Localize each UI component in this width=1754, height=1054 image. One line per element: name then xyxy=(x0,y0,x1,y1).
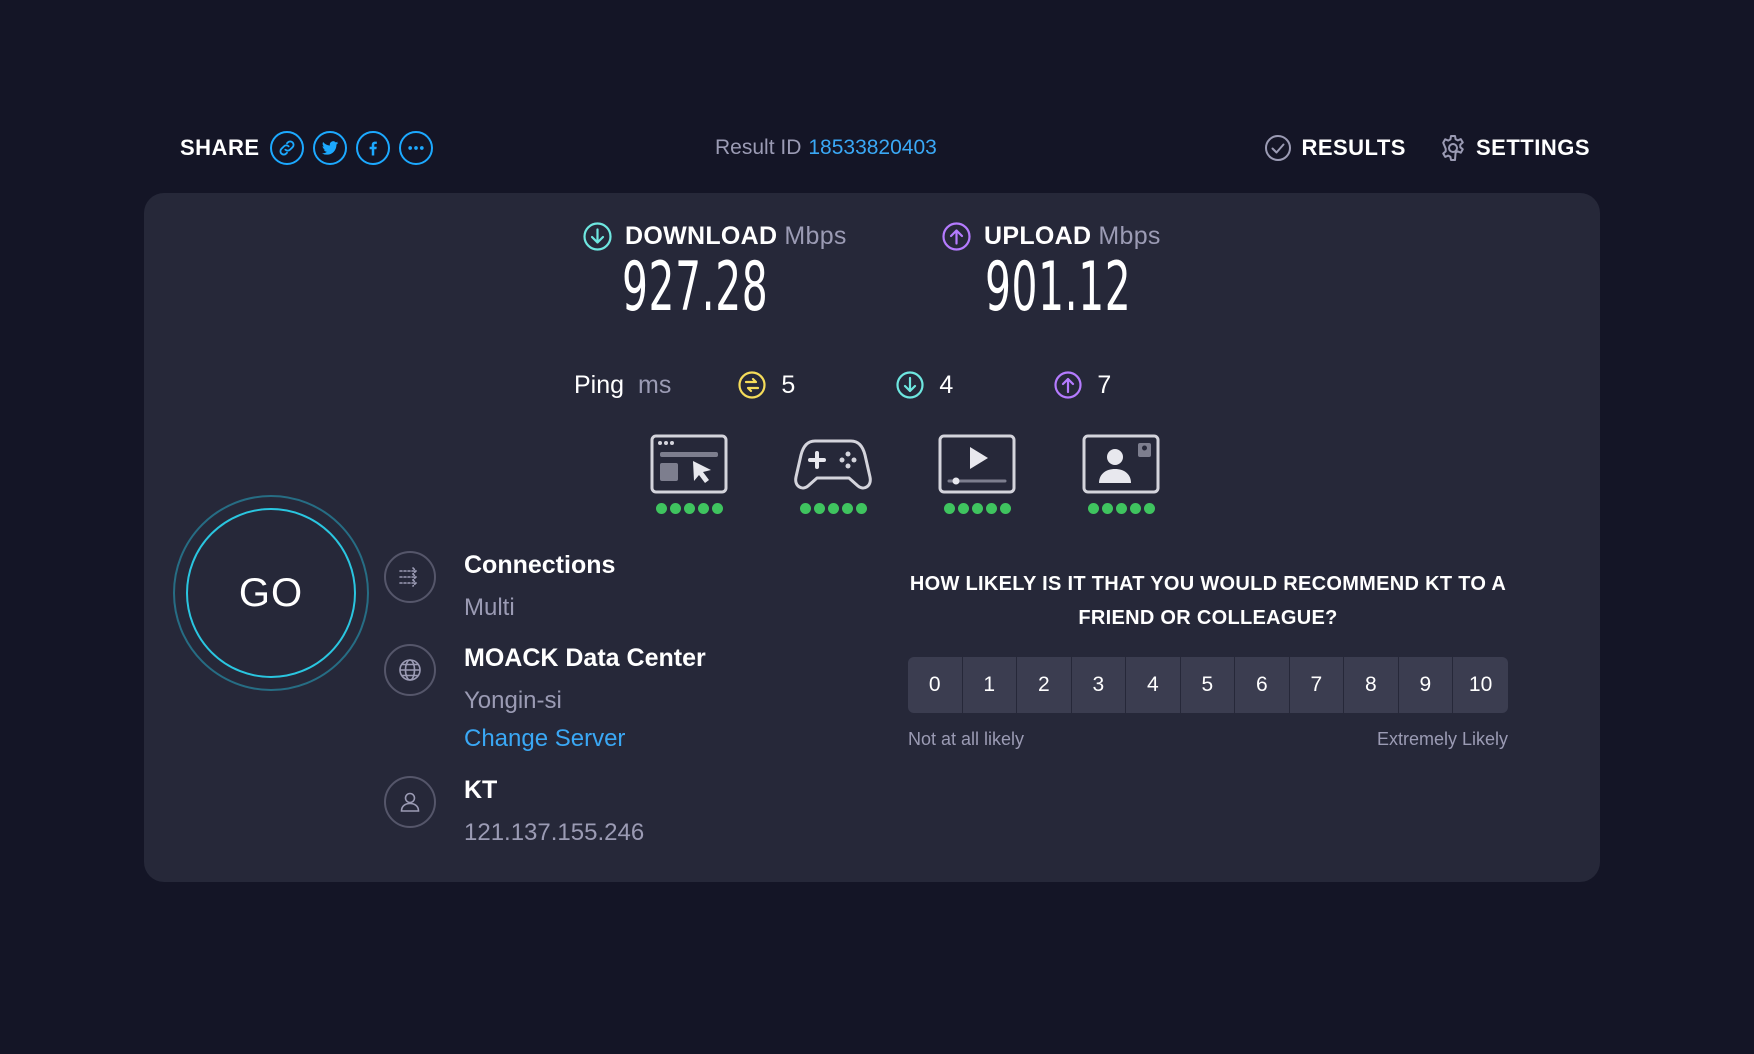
share-label: SHARE xyxy=(180,135,260,160)
video-chat-icon xyxy=(1082,434,1160,494)
share-facebook-button[interactable] xyxy=(355,131,390,165)
video-chat-rating xyxy=(1049,433,1193,514)
result-id: Result ID 18533820403 xyxy=(715,122,937,174)
download-block: DOWNLOAD Mbps 927.28 xyxy=(582,221,866,322)
ping-unit: ms xyxy=(638,370,672,399)
web-browsing-rating xyxy=(617,433,761,514)
results-label: RESULTS xyxy=(1301,135,1406,160)
experience-ratings xyxy=(617,433,1193,514)
download-arrow-icon xyxy=(583,222,612,251)
provider-icon-wrap xyxy=(384,776,436,828)
download-latency-icon xyxy=(896,371,924,399)
nps-high-label: Extremely Likely xyxy=(1376,729,1508,749)
right-nav: RESULTS SETTINGS xyxy=(1231,122,1590,174)
server-text: MOACK Data Center Yongin-si Change Serve… xyxy=(464,644,706,753)
server-icon-wrap xyxy=(384,644,436,696)
video-streaming-rating xyxy=(905,433,1049,514)
connections-value: Multi xyxy=(464,594,515,621)
upload-latency-value: 7 xyxy=(1097,370,1112,399)
change-server-link[interactable]: Change Server xyxy=(464,725,625,753)
nps-option-0[interactable]: 0 xyxy=(908,657,962,713)
idle-latency-value: 5 xyxy=(781,370,796,399)
settings-button[interactable]: SETTINGS xyxy=(1438,133,1590,163)
upload-latency-icon xyxy=(1054,371,1082,399)
nps-option-1[interactable]: 1 xyxy=(962,657,1017,713)
upload-latency: 7 xyxy=(1053,370,1211,400)
video-chat-dots xyxy=(1086,503,1156,514)
upload-arrow-icon xyxy=(942,222,971,251)
globe-icon xyxy=(399,659,421,681)
provider-text: KT 121.137.155.246 xyxy=(464,776,644,847)
nps-low-label: Not at all likely xyxy=(908,729,1025,749)
survey-question: HOW LIKELY IS IT THAT YOU WOULD RECOMMEN… xyxy=(909,573,1507,629)
upload-value: 901.12 xyxy=(985,248,1132,327)
multi-connection-icon xyxy=(399,567,418,587)
nps-option-3[interactable]: 3 xyxy=(1071,657,1126,713)
nps-option-10[interactable]: 10 xyxy=(1453,657,1509,713)
web-browsing-icon xyxy=(650,434,728,494)
more-icon xyxy=(407,146,424,150)
download-latency-value: 4 xyxy=(939,370,954,399)
video-streaming-dots xyxy=(942,503,1012,514)
facebook-icon xyxy=(369,141,377,156)
idle-latency-icon xyxy=(738,371,766,399)
nps-option-9[interactable]: 9 xyxy=(1398,657,1453,713)
connections-title: Connections xyxy=(464,551,616,579)
download-label: DOWNLOAD xyxy=(625,222,778,250)
server-location: Yongin-si xyxy=(464,687,562,714)
download-value: 927.28 xyxy=(622,248,769,327)
go-button-ring: GO xyxy=(173,495,369,691)
nps-survey: HOW LIKELY IS IT THAT YOU WOULD RECOMMEN… xyxy=(908,567,1509,750)
download-latency: 4 xyxy=(895,370,1053,400)
download-unit: Mbps xyxy=(784,222,847,250)
gaming-rating xyxy=(761,433,905,514)
gaming-icon xyxy=(794,439,872,490)
nps-option-6[interactable]: 6 xyxy=(1235,657,1289,713)
ping-row: Ping ms 5 4 7 xyxy=(574,365,1211,405)
go-button[interactable]: GO xyxy=(186,508,356,678)
share-bar: SHARE xyxy=(180,122,442,174)
provider-ip: 121.137.155.246 xyxy=(464,819,645,846)
settings-label: SETTINGS xyxy=(1475,135,1590,160)
connections-text: Connections Multi xyxy=(464,551,615,622)
check-circle-icon xyxy=(1265,135,1292,161)
upload-unit: Mbps xyxy=(1098,222,1161,250)
nps-option-4[interactable]: 4 xyxy=(1126,657,1180,713)
nps-scale: 0 1 2 3 4 5 6 7 8 9 10 xyxy=(908,657,1509,713)
nps-option-2[interactable]: 2 xyxy=(1017,657,1071,713)
result-id-label: Result ID xyxy=(715,136,802,159)
gear-icon xyxy=(1442,135,1464,161)
user-icon xyxy=(400,792,420,812)
twitter-icon xyxy=(321,141,338,155)
web-browsing-dots xyxy=(654,503,724,514)
nps-option-7[interactable]: 7 xyxy=(1289,657,1344,713)
connections-toggle[interactable] xyxy=(384,551,436,603)
nps-option-8[interactable]: 8 xyxy=(1344,657,1398,713)
top-bar: SHARE Result ID 18533820403 RESULTS SETT… xyxy=(180,122,1590,174)
link-icon xyxy=(279,140,294,156)
video-streaming-icon xyxy=(938,434,1016,494)
share-more-button[interactable] xyxy=(398,131,433,165)
nps-option-5[interactable]: 5 xyxy=(1180,657,1235,713)
upload-block: UPLOAD Mbps 901.12 xyxy=(941,221,1229,322)
nps-scale-labels: Not at all likely Extremely Likely xyxy=(908,729,1508,750)
provider-name: KT xyxy=(464,776,498,804)
result-id-link[interactable]: 18533820403 xyxy=(808,136,936,160)
server-name: MOACK Data Center xyxy=(464,644,706,672)
results-button[interactable]: RESULTS xyxy=(1263,133,1406,163)
result-panel: DOWNLOAD Mbps 927.28 UPLOAD Mbps 901.12 … xyxy=(144,193,1600,882)
gaming-dots xyxy=(798,503,868,514)
idle-latency: 5 xyxy=(737,370,895,400)
share-twitter-button[interactable] xyxy=(312,131,347,165)
upload-label: UPLOAD xyxy=(984,222,1092,250)
ping-label: Ping xyxy=(574,370,625,399)
share-link-button[interactable] xyxy=(269,131,304,165)
